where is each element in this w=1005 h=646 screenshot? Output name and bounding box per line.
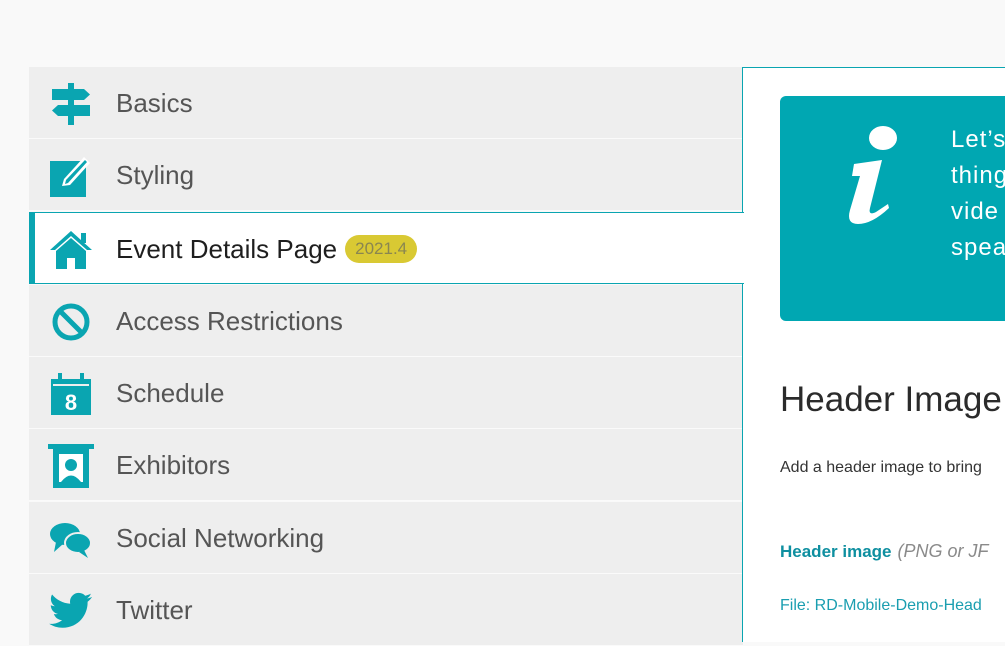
header-image-hint: (PNG or JF xyxy=(897,541,989,561)
sidebar-item-label: Event Details Page 2021.4 xyxy=(116,213,418,285)
version-badge: 2021.4 xyxy=(345,235,418,264)
info-callout: Let’s thing vide spea xyxy=(780,96,1005,321)
sidebar-item-label: Basics xyxy=(116,88,193,118)
content-panel: Let’s thing vide spea Header Image Add a… xyxy=(742,67,1005,642)
home-icon xyxy=(48,227,94,273)
sidebar-item-twitter[interactable]: Twitter xyxy=(29,574,743,646)
svg-text:8: 8 xyxy=(65,390,77,415)
sidebar-item-basics[interactable]: Basics xyxy=(29,67,743,139)
exhibitor-booth-icon xyxy=(48,443,94,489)
settings-sidebar: Basics Styling Event Details Page2021.4 xyxy=(29,67,744,646)
prohibited-icon xyxy=(48,299,94,345)
info-icon xyxy=(832,124,912,228)
info-text: Let’s thing vide spea xyxy=(951,126,1005,261)
section-title: Header Image xyxy=(780,380,1002,419)
twitter-bird-icon xyxy=(48,588,94,634)
chat-bubbles-icon xyxy=(48,516,94,562)
signpost-icon xyxy=(48,81,94,127)
sidebar-item-label: Styling xyxy=(116,160,195,190)
sidebar-item-label: Twitter xyxy=(116,595,193,625)
sidebar-item-label: Access Restrictions xyxy=(116,306,343,336)
section-description: Add a header image to bring xyxy=(780,459,982,476)
edit-square-icon xyxy=(48,153,94,199)
sidebar-item-styling[interactable]: Styling xyxy=(29,139,743,211)
sidebar-item-event-details-page[interactable]: Event Details Page 2021.4 xyxy=(29,212,744,284)
sidebar-item-label: Social Networking xyxy=(116,523,325,553)
sidebar-item-label: Exhibitors xyxy=(116,450,231,480)
calendar-icon: 8 xyxy=(48,371,94,417)
sidebar-item-label: Schedule xyxy=(116,378,225,408)
sidebar-item-exhibitors[interactable]: Exhibitors xyxy=(29,429,743,501)
header-image-label: Header image xyxy=(780,542,892,561)
sidebar-item-social-networking[interactable]: Social Networking xyxy=(29,502,743,574)
sidebar-item-access-restrictions[interactable]: Access Restrictions xyxy=(29,285,743,357)
header-image-file-link[interactable]: File: RD-Mobile-Demo-Head xyxy=(780,597,982,615)
header-image-field-label: Header image (PNG or JF xyxy=(780,541,989,562)
sidebar-item-schedule[interactable]: 8 Schedule xyxy=(29,357,743,429)
